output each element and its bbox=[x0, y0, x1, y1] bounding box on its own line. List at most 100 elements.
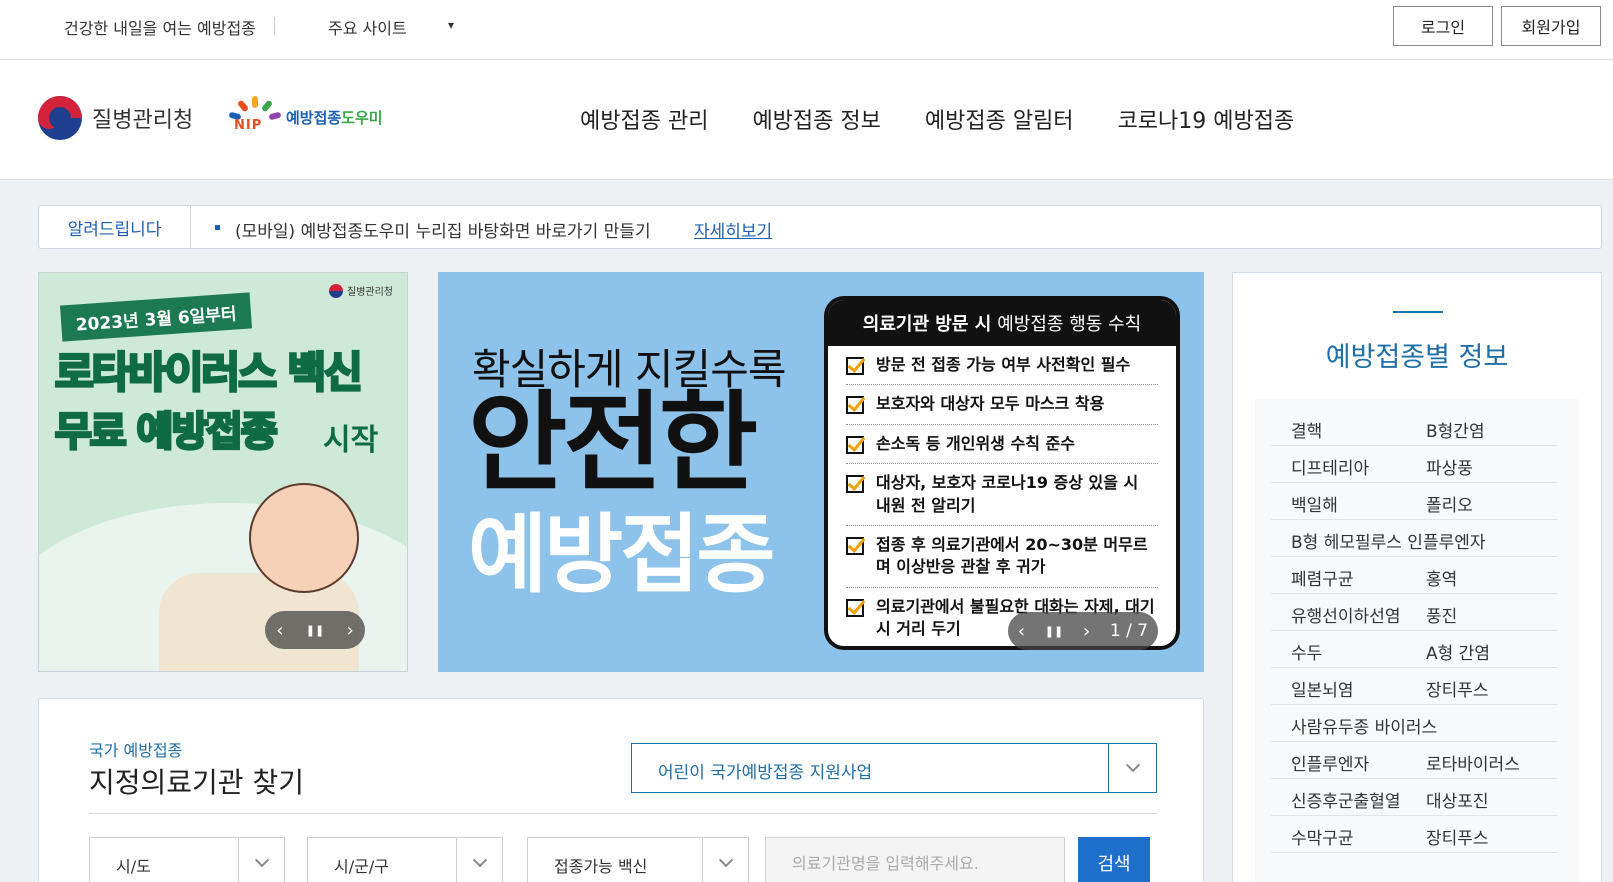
nip-label: 예방접종도우미 bbox=[286, 107, 383, 128]
site-slogan: 건강한 내일을 여는 예방접종 bbox=[64, 19, 256, 38]
prev-icon[interactable]: ‹ bbox=[1018, 621, 1025, 642]
vaccine-link[interactable]: 폐렴구균 bbox=[1291, 565, 1354, 590]
program-select[interactable]: 어린이 국가예방접종 지원사업 bbox=[631, 743, 1157, 793]
vaccine-link[interactable]: A형 간염 bbox=[1426, 639, 1490, 664]
nip-logo[interactable]: NIP 예방접종도우미 bbox=[228, 96, 383, 138]
vaccine-row: 신증후군출혈열 대상포진 bbox=[1271, 779, 1557, 816]
vaccine-row: 일본뇌염 장티푸스 bbox=[1271, 668, 1557, 705]
nav-covid19-vaccination[interactable]: 코로나19 예방접종 bbox=[1118, 103, 1295, 135]
banner2-controls: ‹ ❚❚ › 1 / 7 bbox=[1008, 612, 1158, 650]
chevron-down-icon[interactable]: ▾ bbox=[448, 18, 454, 32]
program-select-value: 어린이 국가예방접종 지원사업 bbox=[658, 763, 873, 783]
utility-bar: 건강한 내일을 여는 예방접종 주요 사이트 ▾ 로그인 회원가입 bbox=[0, 0, 1613, 60]
vaccine-row: 결핵 B형간염 bbox=[1271, 409, 1557, 446]
chevron-down-icon[interactable] bbox=[238, 838, 284, 882]
next-icon[interactable]: › bbox=[1083, 621, 1090, 642]
safety-banner[interactable]: 확실하게 지킬수록 안전한 예방접종 의료기관 방문 시 예방접종 행동 수칙 방… bbox=[438, 272, 1204, 672]
clinic-search: 국가 예방접종 지정의료기관 찾기 어린이 국가예방접종 지원사업 시/도 시/… bbox=[38, 698, 1204, 882]
vaccine-link[interactable]: B형간염 bbox=[1426, 417, 1485, 442]
nip-mark: NIP bbox=[234, 118, 263, 133]
prev-icon[interactable]: ‹ bbox=[276, 620, 283, 641]
main-sites-dropdown[interactable]: 주요 사이트 bbox=[328, 15, 407, 39]
vaccine-info-panel: 예방접종별 정보 결핵 B형간염 디프테리아 파상풍 백일해 폴리오 B형 헤모필루스… bbox=[1232, 272, 1602, 882]
search-title: 지정의료기관 찾기 bbox=[89, 766, 304, 799]
sigungu-select[interactable]: 시/군/구 bbox=[307, 837, 503, 882]
sigungu-select-value: 시/군/구 bbox=[334, 857, 389, 876]
divider bbox=[89, 813, 1157, 814]
rule-item: 보호자와 대상자 모두 마스크 착용 bbox=[846, 385, 1158, 425]
vaccine-row: B형 헤모필루스 인플루엔자 bbox=[1271, 520, 1557, 557]
nav-vaccination-management[interactable]: 예방접종 관리 bbox=[580, 103, 708, 135]
rule-item: 방문 전 접종 가능 여부 사전확인 필수 bbox=[846, 346, 1158, 386]
vaccine-row: 수두 A형 간염 bbox=[1271, 631, 1557, 668]
chevron-down-icon[interactable] bbox=[702, 838, 748, 882]
vaccine-link[interactable]: 인플루엔자 bbox=[1291, 750, 1369, 775]
nav-vaccination-notice[interactable]: 예방접종 알림터 bbox=[925, 103, 1074, 135]
banner-agency-name: 질병관리청 bbox=[347, 287, 393, 298]
vaccine-link[interactable]: 결핵 bbox=[1291, 417, 1322, 442]
checkbox-icon bbox=[846, 536, 864, 555]
divider bbox=[274, 17, 275, 35]
vaccine-link[interactable]: 디프테리아 bbox=[1291, 454, 1369, 479]
vaccine-link[interactable]: 유행선이하선염 bbox=[1291, 602, 1400, 627]
banner-headline-1: 로타바이러스 백신 bbox=[54, 347, 365, 399]
nav-vaccination-info[interactable]: 예방접종 정보 bbox=[752, 103, 880, 135]
vaccine-link[interactable]: 대상포진 bbox=[1426, 787, 1489, 812]
vaccine-link[interactable]: 장티푸스 bbox=[1426, 676, 1489, 701]
rule-text: 방문 전 접종 가능 여부 사전확인 필수 bbox=[876, 355, 1131, 374]
vaccine-link[interactable]: 수막구균 bbox=[1291, 824, 1354, 849]
vaccine-link[interactable]: B형 헤모필루스 인플루엔자 bbox=[1291, 528, 1486, 553]
vaccine-link[interactable]: 수두 bbox=[1291, 639, 1322, 664]
banner-headline-3: 시작 bbox=[323, 423, 379, 458]
rule-text: 손소독 등 개인위생 수칙 준수 bbox=[876, 433, 1075, 453]
rule-text: 접종 후 의료기관에서 20~30분 머무르며 이상반응 관찰 후 귀가 bbox=[876, 534, 1148, 577]
vaccine-link[interactable]: 일본뇌염 bbox=[1291, 676, 1354, 701]
kdca-logo[interactable]: 질병관리청 bbox=[38, 96, 193, 140]
pause-icon[interactable]: ❚❚ bbox=[1045, 625, 1063, 638]
banner2-headline-3: 예방접종 bbox=[468, 505, 775, 605]
vaccine-link[interactable]: 백일해 bbox=[1291, 491, 1338, 516]
vaccine-link[interactable]: 사람유두종 바이러스 bbox=[1291, 713, 1437, 738]
checkbox-icon bbox=[846, 598, 864, 617]
login-button[interactable]: 로그인 bbox=[1393, 6, 1493, 46]
notice-bar: 알려드립니다 (모바일) 예방접종도우미 누리집 바탕화면 바로가기 만들기 자… bbox=[38, 205, 1602, 249]
banner-pager: 1 / 7 bbox=[1109, 621, 1149, 641]
checkbox-icon bbox=[846, 357, 864, 375]
search-button[interactable]: 검색 bbox=[1078, 837, 1150, 882]
search-subtitle: 국가 예방접종 bbox=[89, 741, 183, 760]
rules-card-title: 의료기관 방문 시 예방접종 행동 수칙 bbox=[828, 300, 1176, 346]
chevron-down-icon[interactable] bbox=[1108, 744, 1156, 792]
taegeuk-icon bbox=[38, 96, 82, 140]
vaccine-link[interactable]: 홍역 bbox=[1426, 565, 1457, 590]
header: 질병관리청 NIP 예방접종도우미 예방접종 관리 예방접종 정보 예방접종 알… bbox=[0, 60, 1613, 180]
vaccine-link[interactable]: 로타바이러스 bbox=[1426, 750, 1520, 775]
nip-label-a: 예방접종 bbox=[286, 108, 342, 127]
vaccine-row: 수막구균 장티푸스 bbox=[1271, 816, 1557, 853]
vaccine-select-value: 접종가능 백신 bbox=[554, 857, 648, 876]
notice-more-link[interactable]: 자세히보기 bbox=[694, 217, 772, 242]
main-nav: 예방접종 관리 예방접종 정보 예방접종 알림터 코로나19 예방접종 bbox=[580, 103, 1338, 135]
vaccine-row: 사람유두종 바이러스 bbox=[1271, 705, 1557, 742]
rotavirus-banner[interactable]: 질병관리청 2023년 3월 6일부터 로타바이러스 백신 무료 예방접종 시작… bbox=[38, 272, 408, 672]
vaccine-link[interactable]: 풍진 bbox=[1426, 602, 1457, 627]
checkbox-icon bbox=[846, 475, 864, 494]
vaccine-link[interactable]: 폴리오 bbox=[1426, 491, 1473, 516]
sun-icon: NIP bbox=[228, 96, 282, 138]
pause-icon[interactable]: ❚❚ bbox=[306, 624, 324, 637]
chevron-down-icon[interactable] bbox=[456, 838, 502, 882]
rules-card: 의료기관 방문 시 예방접종 행동 수칙 방문 전 접종 가능 여부 사전확인 필… bbox=[824, 296, 1180, 650]
sido-select[interactable]: 시/도 bbox=[89, 837, 285, 882]
clinic-name-input[interactable] bbox=[765, 837, 1065, 882]
baby-illustration bbox=[249, 483, 359, 593]
rule-item: 대상자, 보호자 코로나19 증상 있을 시 내원 전 알리기 bbox=[846, 464, 1158, 526]
next-icon[interactable]: › bbox=[347, 620, 354, 641]
vaccine-select[interactable]: 접종가능 백신 bbox=[527, 837, 749, 882]
notice-text[interactable]: (모바일) 예방접종도우미 누리집 바탕화면 바로가기 만들기 bbox=[235, 217, 651, 242]
vaccine-link[interactable]: 신증후군출혈열 bbox=[1291, 787, 1400, 812]
checkbox-icon bbox=[846, 435, 864, 454]
banner-agency-mark: 질병관리청 bbox=[329, 283, 393, 298]
vaccine-link[interactable]: 파상풍 bbox=[1426, 454, 1473, 479]
vaccine-link[interactable]: 장티푸스 bbox=[1426, 824, 1489, 849]
bullet-icon bbox=[215, 225, 220, 230]
signup-button[interactable]: 회원가입 bbox=[1501, 6, 1601, 46]
